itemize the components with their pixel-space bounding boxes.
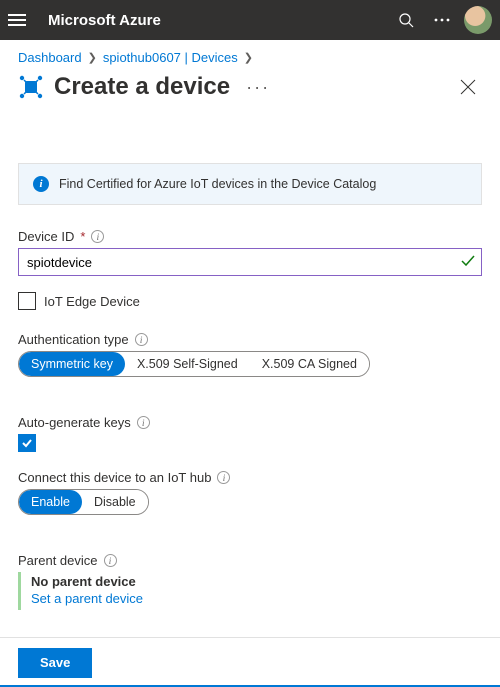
device-id-label: Device ID <box>18 229 74 244</box>
breadcrumb-dashboard[interactable]: Dashboard <box>18 50 82 65</box>
more-icon[interactable] <box>424 2 460 38</box>
set-parent-link[interactable]: Set a parent device <box>31 591 143 606</box>
info-icon: i <box>33 176 49 192</box>
help-icon[interactable]: i <box>135 333 148 346</box>
breadcrumb-hub[interactable]: spiothub0607 | Devices <box>103 50 238 65</box>
auth-self-signed-option[interactable]: X.509 Self-Signed <box>125 352 250 376</box>
close-icon[interactable] <box>454 73 482 101</box>
ellipsis-icon[interactable]: ··· <box>246 77 270 98</box>
connect-disable-option[interactable]: Disable <box>82 490 148 514</box>
required-mark: * <box>80 229 85 244</box>
menu-icon[interactable] <box>8 10 28 30</box>
top-bar: Microsoft Azure <box>0 0 500 40</box>
page-header: Create a device ··· <box>0 69 500 111</box>
parent-none-text: No parent device <box>31 574 482 589</box>
chevron-right-icon: ❯ <box>86 51 99 64</box>
connect-enable-option[interactable]: Enable <box>19 490 82 514</box>
autogen-checkbox[interactable] <box>18 434 36 452</box>
chevron-right-icon: ❯ <box>242 51 255 64</box>
auth-ca-signed-option[interactable]: X.509 CA Signed <box>250 352 369 376</box>
help-icon[interactable]: i <box>104 554 117 567</box>
breadcrumb: Dashboard ❯ spiothub0607 | Devices ❯ <box>0 40 500 69</box>
auth-type-label: Authentication type <box>18 332 129 347</box>
avatar[interactable] <box>464 6 492 34</box>
help-icon[interactable]: i <box>217 471 230 484</box>
brand-label: Microsoft Azure <box>48 12 161 29</box>
help-icon[interactable]: i <box>91 230 104 243</box>
connect-group: Enable Disable <box>18 489 149 515</box>
save-button[interactable]: Save <box>18 648 92 678</box>
device-id-input[interactable] <box>18 248 482 276</box>
auth-type-group: Symmetric key X.509 Self-Signed X.509 CA… <box>18 351 370 377</box>
autogen-label: Auto-generate keys <box>18 415 131 430</box>
parent-device-label: Parent device <box>18 553 98 568</box>
device-icon <box>18 74 44 100</box>
info-banner: i Find Certified for Azure IoT devices i… <box>18 163 482 205</box>
check-icon <box>460 253 476 269</box>
info-text: Find Certified for Azure IoT devices in … <box>59 177 376 191</box>
auth-symmetric-option[interactable]: Symmetric key <box>19 352 125 376</box>
iot-edge-label: IoT Edge Device <box>44 294 140 309</box>
page-title: Create a device <box>54 73 230 101</box>
search-icon[interactable] <box>388 2 424 38</box>
connect-label: Connect this device to an IoT hub <box>18 470 211 485</box>
iot-edge-checkbox[interactable] <box>18 292 36 310</box>
help-icon[interactable]: i <box>137 416 150 429</box>
footer: Save <box>0 637 500 687</box>
